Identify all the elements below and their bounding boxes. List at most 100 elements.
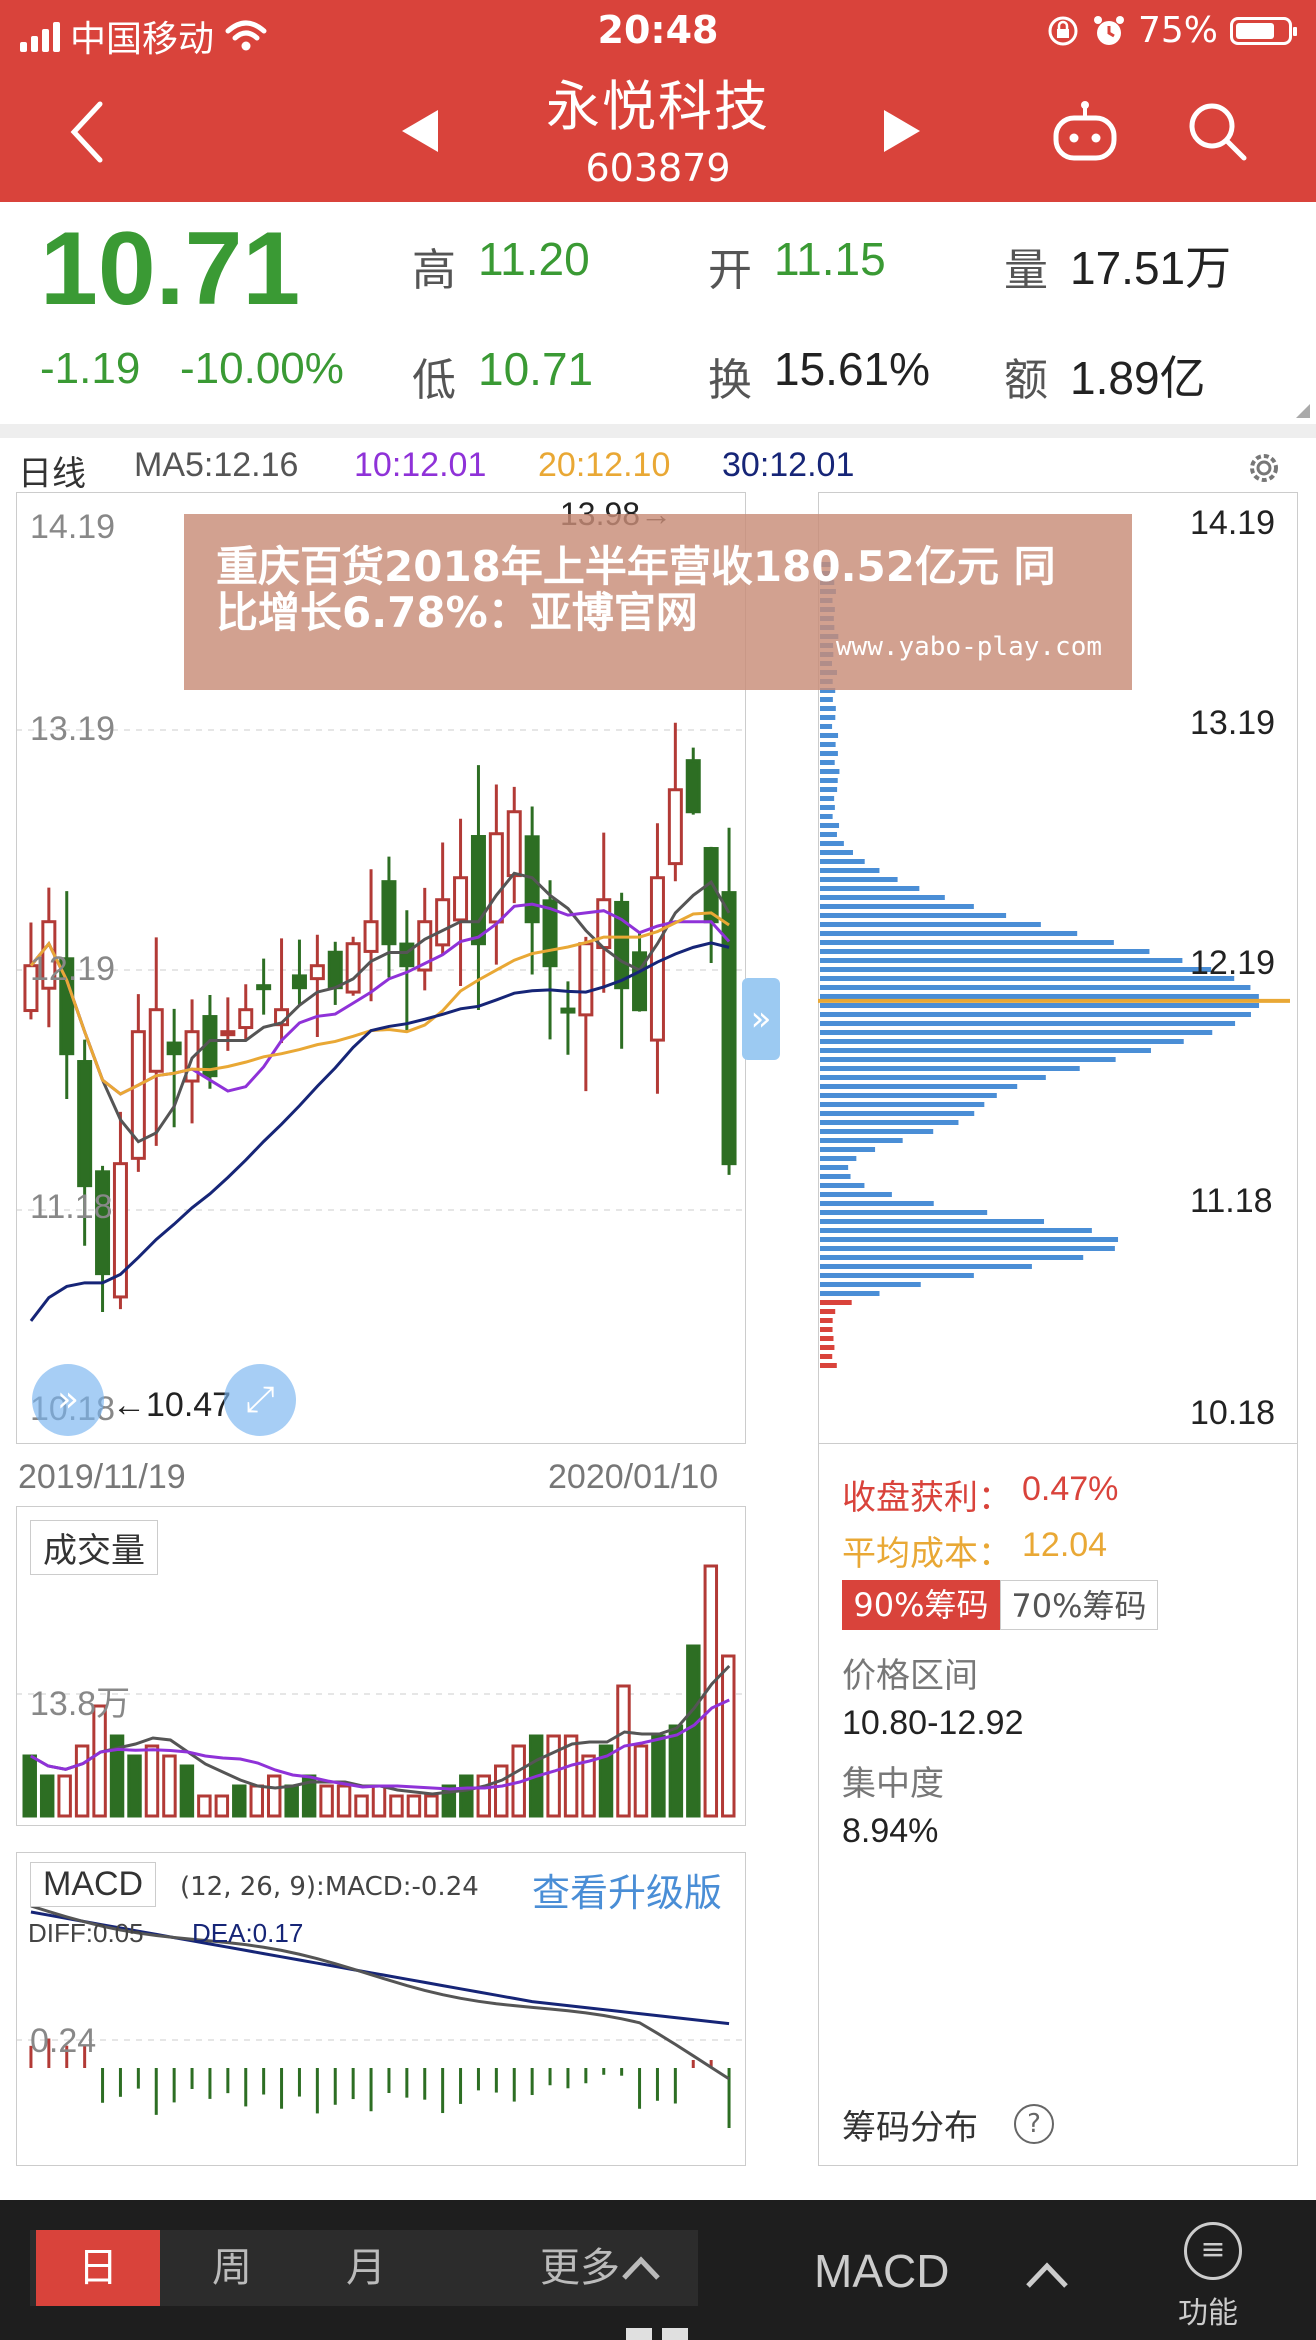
high-value: 11.20 bbox=[478, 233, 590, 285]
chip-price-top: 14.19 bbox=[1190, 504, 1276, 542]
price-label-4: 11.18 bbox=[30, 1188, 113, 1226]
volume-bar bbox=[232, 1784, 247, 1818]
function-icon[interactable]: ≡ bbox=[1184, 2222, 1242, 2280]
low-value: 10.71 bbox=[478, 343, 594, 395]
macd-title[interactable]: MACD bbox=[30, 1862, 157, 1907]
volume-bar bbox=[494, 1764, 509, 1818]
next-stock-icon[interactable] bbox=[882, 108, 922, 154]
fullscreen-button[interactable]: ⤢ bbox=[224, 1364, 296, 1436]
chip-bar bbox=[820, 1363, 837, 1368]
upgrade-link[interactable]: 查看升级版 bbox=[532, 1862, 722, 1917]
chip-bar bbox=[820, 805, 835, 810]
candle-body bbox=[399, 942, 415, 968]
candle-body bbox=[667, 788, 683, 866]
volume-bar bbox=[424, 1794, 439, 1818]
chip-bar bbox=[820, 904, 974, 909]
bottom-nav: 日 周 月 更多 MACD ≡ 功能 bbox=[0, 2200, 1316, 2340]
volume-label: 量 bbox=[1004, 245, 1048, 296]
chip-bar bbox=[820, 940, 1114, 945]
chip-bar bbox=[820, 976, 1235, 981]
gear-icon[interactable] bbox=[1244, 448, 1284, 488]
candle-body bbox=[148, 1008, 164, 1073]
tab-day[interactable]: 日 bbox=[36, 2230, 160, 2306]
volume-bar bbox=[39, 1774, 55, 1818]
candle-body bbox=[381, 880, 397, 946]
range-value: 10.80-12.92 bbox=[842, 1704, 1024, 1742]
ad-banner[interactable]: 重庆百货2018年上半年营收180.52亿元 同比增长6.78%：亚博官网 ww… bbox=[184, 514, 1132, 690]
period-label[interactable]: 日线 bbox=[18, 446, 86, 495]
avg-cost-value: 12.04 bbox=[1022, 1526, 1108, 1564]
ma10-label: 10:12.01 bbox=[354, 446, 487, 484]
chip-bar bbox=[820, 1039, 1184, 1044]
range-label: 价格区间 bbox=[842, 1656, 978, 1696]
battery-icon bbox=[1230, 16, 1297, 45]
volume-bar bbox=[563, 1734, 579, 1818]
chip-bar bbox=[820, 1003, 1260, 1008]
candle-body bbox=[685, 759, 701, 814]
volume-bar bbox=[266, 1774, 282, 1818]
indicator-chevron-icon[interactable] bbox=[1024, 2260, 1070, 2290]
tab-70-chips[interactable]: 70%筹码 bbox=[1000, 1580, 1158, 1630]
banner-url: www.yabo-play.com bbox=[835, 632, 1102, 662]
chip-bar bbox=[820, 1147, 876, 1152]
chip-bar bbox=[820, 1255, 1084, 1260]
ma30-label: 30:12.01 bbox=[722, 446, 855, 484]
chip-bar bbox=[820, 1192, 892, 1197]
chip-bar bbox=[820, 733, 839, 738]
chip-price-2: 13.19 bbox=[1190, 704, 1276, 742]
indicator-selector[interactable]: MACD bbox=[814, 2244, 949, 2298]
chip-bar bbox=[820, 859, 865, 864]
volume-bar bbox=[406, 1794, 422, 1818]
home-indicator-left bbox=[626, 2328, 652, 2340]
volume-bar bbox=[581, 1754, 596, 1818]
date-start: 2019/11/19 bbox=[18, 1458, 186, 1496]
chip-bar bbox=[820, 1345, 835, 1350]
chip-bar bbox=[820, 1210, 988, 1215]
tab-month[interactable]: 月 bbox=[304, 2230, 428, 2306]
robot-icon[interactable] bbox=[1050, 100, 1120, 164]
turnover-value: 15.61% bbox=[774, 343, 931, 395]
dea-label: DEA:0.17 bbox=[192, 1918, 304, 1948]
help-icon[interactable]: ? bbox=[1014, 2104, 1054, 2144]
chip-bar bbox=[820, 760, 835, 765]
chip-bar bbox=[820, 1165, 849, 1170]
ma5-label: MA5:12.16 bbox=[134, 446, 299, 484]
chip-bar bbox=[820, 1291, 880, 1296]
volume-title[interactable]: 成交量 bbox=[30, 1520, 158, 1575]
amount-value: 1.89亿 bbox=[1070, 352, 1206, 404]
chip-bar bbox=[820, 769, 840, 774]
tab-week[interactable]: 周 bbox=[170, 2230, 294, 2306]
top-header: 中国移动 20:48 75% 永悦科技 603879 bbox=[0, 0, 1316, 202]
chip-bar bbox=[820, 1048, 1151, 1053]
chip-bar bbox=[820, 841, 844, 846]
chip-bar bbox=[820, 994, 1259, 999]
amount-label: 额 bbox=[1004, 355, 1048, 406]
tab-90-chips[interactable]: 90%筹码 bbox=[842, 1580, 1000, 1630]
search-icon[interactable] bbox=[1186, 100, 1250, 164]
candle-body bbox=[327, 950, 343, 990]
candle-body bbox=[721, 891, 737, 1166]
high-label: 高 bbox=[412, 245, 456, 296]
chip-bar bbox=[820, 1219, 1045, 1224]
expand-chips-button[interactable]: » bbox=[742, 978, 780, 1060]
chip-bar bbox=[820, 1030, 1213, 1035]
more-chevron-icon[interactable] bbox=[620, 2254, 662, 2282]
chip-bar bbox=[820, 1075, 1046, 1080]
chip-bar bbox=[820, 1084, 1018, 1089]
chip-bar bbox=[820, 751, 838, 756]
chip-bar bbox=[820, 886, 920, 891]
candle-body bbox=[238, 1008, 254, 1030]
chip-bar bbox=[820, 1273, 974, 1278]
volume-bar bbox=[336, 1784, 352, 1818]
volume-bar bbox=[721, 1654, 736, 1818]
chip-bar bbox=[820, 1336, 834, 1341]
function-label[interactable]: 功能 bbox=[1178, 2288, 1238, 2332]
chip-bar bbox=[820, 1282, 921, 1287]
volume-bar bbox=[389, 1794, 404, 1818]
scroll-left-button[interactable]: » bbox=[32, 1364, 104, 1436]
macd-scale-label: 0.24 bbox=[30, 2022, 97, 2060]
candle-body bbox=[77, 1060, 93, 1188]
turnover-label: 换 bbox=[708, 355, 752, 406]
price-label-top: 14.19 bbox=[30, 508, 116, 546]
chip-bar bbox=[820, 1120, 959, 1125]
